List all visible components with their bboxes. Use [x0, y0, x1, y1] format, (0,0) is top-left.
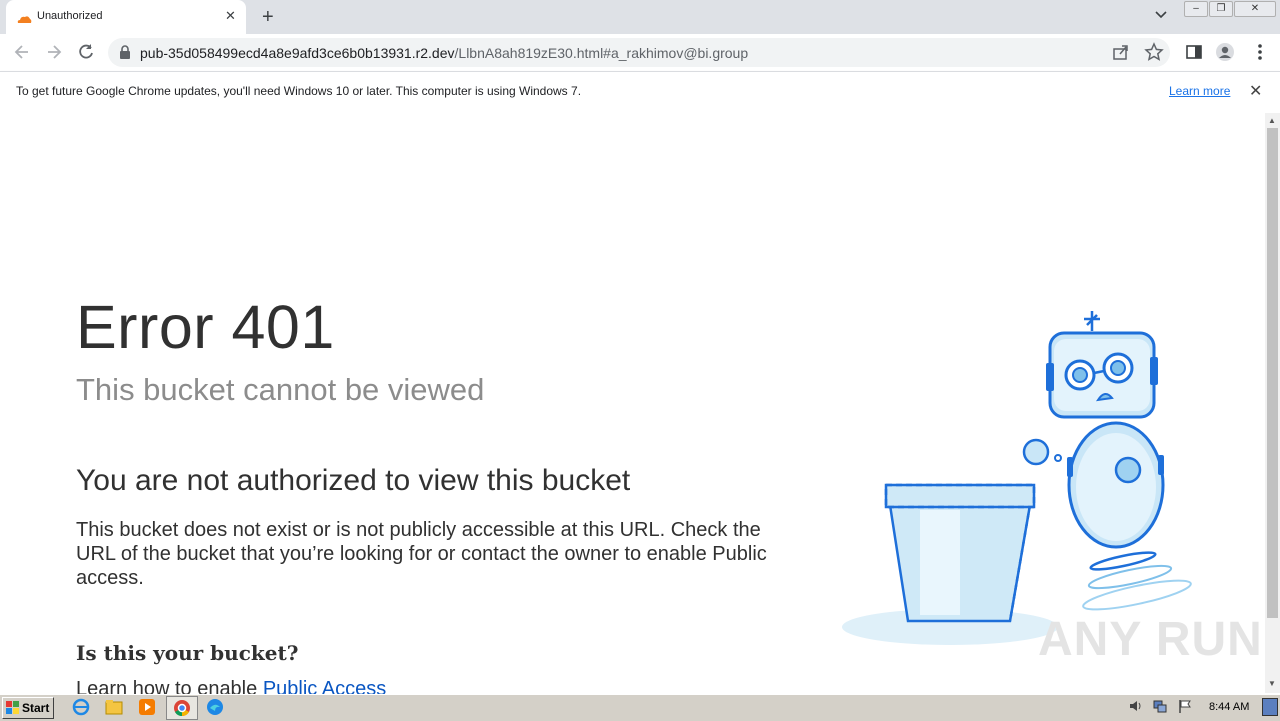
error-heading: You are not authorized to view this buck… [76, 464, 631, 497]
chrome-taskbar-button[interactable] [166, 696, 198, 720]
ie-taskbar-icon[interactable] [72, 698, 90, 721]
minimize-button[interactable]: – [1184, 1, 1208, 17]
anyrun-watermark: ANY RUN [1038, 613, 1263, 666]
url-host: pub-35d058499ecd4a8e9afd3ce6b0b13931.r2.… [140, 45, 455, 61]
start-label: Start [22, 701, 50, 715]
edge-taskbar-icon[interactable] [206, 698, 224, 721]
scrollbar-thumb[interactable] [1267, 128, 1278, 618]
tab-close-icon[interactable]: ✕ [225, 8, 236, 24]
error-subtitle: This bucket cannot be viewed [76, 372, 485, 407]
chrome-icon [174, 700, 190, 717]
cloudflare-favicon-icon [16, 11, 32, 29]
error-title: Error 401 [76, 293, 335, 361]
back-icon[interactable] [12, 42, 32, 62]
learn-more-link[interactable]: Learn more [1169, 84, 1230, 98]
share-icon[interactable] [1112, 43, 1132, 63]
forward-icon[interactable] [44, 42, 64, 62]
infobar-close-icon[interactable]: ✕ [1249, 81, 1262, 101]
taskbar-clock[interactable]: 8:44 AM [1209, 701, 1249, 713]
scroll-up-icon[interactable]: ▲ [1268, 116, 1276, 125]
infobar-message: To get future Google Chrome updates, you… [16, 84, 582, 98]
action-center-flag-icon[interactable] [1177, 698, 1193, 714]
show-desktop-button[interactable] [1262, 698, 1278, 716]
restore-button[interactable]: ❐ [1209, 1, 1233, 17]
error-body: This bucket does not exist or is not pub… [76, 519, 767, 589]
bookmark-star-icon[interactable] [1144, 42, 1164, 62]
url-path: /LlbnA8ah819zE30.html#a_rakhimov@bi.grou… [454, 45, 749, 61]
start-button[interactable]: Start [2, 697, 54, 719]
url-text[interactable]: pub-35d058499ecd4a8e9afd3ce6b0b13931.r2.… [140, 45, 748, 61]
side-panel-icon[interactable] [1185, 43, 1205, 63]
robot-bucket-illustration [840, 305, 1200, 655]
menu-kebab-icon[interactable] [1250, 42, 1270, 62]
reload-icon[interactable] [76, 42, 96, 62]
close-window-button[interactable]: ✕ [1234, 1, 1276, 17]
new-tab-button[interactable]: + [262, 6, 274, 29]
profile-avatar-icon[interactable] [1215, 42, 1235, 62]
lock-icon[interactable] [119, 45, 131, 64]
bucket-question: Is this your bucket? [76, 641, 299, 665]
tab-title: Unauthorized [37, 10, 103, 22]
explorer-taskbar-icon[interactable] [105, 698, 123, 721]
tab-search-chevron-icon[interactable] [1154, 8, 1168, 27]
network-icon[interactable] [1152, 698, 1168, 714]
windows-logo-icon [6, 701, 19, 714]
scroll-down-icon[interactable]: ▼ [1268, 679, 1276, 688]
volume-icon[interactable] [1128, 698, 1144, 714]
media-player-taskbar-icon[interactable] [138, 698, 156, 721]
